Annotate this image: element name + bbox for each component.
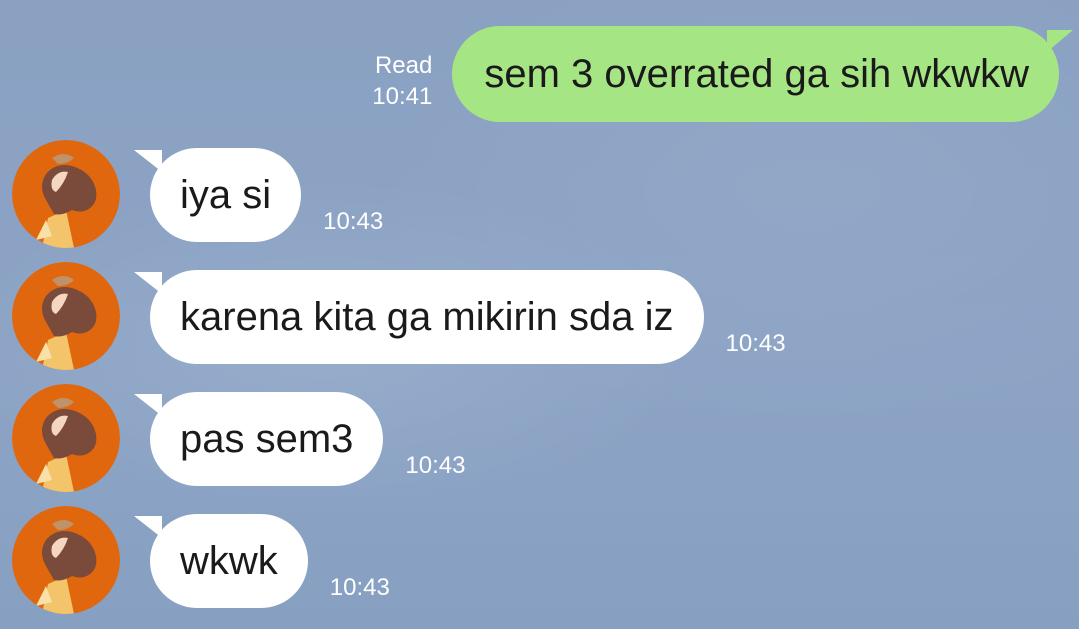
message-text: sem 3 overrated ga sih wkwkw: [484, 51, 1029, 96]
message-time: 10:43: [329, 574, 390, 601]
incoming-message-bubble[interactable]: karena kita ga mikirin sda iz: [134, 270, 704, 364]
avatar[interactable]: [12, 262, 120, 370]
avatar[interactable]: [12, 140, 120, 248]
incoming-message-bubble[interactable]: pas sem3: [134, 392, 384, 486]
avatar-illustration-icon: [12, 140, 120, 248]
avatar[interactable]: [12, 384, 120, 492]
incoming-message-row: wkwk 10:43: [12, 506, 390, 614]
message-text: wkwk: [180, 538, 278, 583]
message-time: 10:43: [405, 452, 466, 479]
message-text: iya si: [180, 172, 272, 217]
incoming-message-row: iya si 10:43: [12, 140, 383, 248]
bubble-tail: [134, 394, 162, 416]
bubble-tail: [134, 272, 162, 294]
avatar[interactable]: [12, 506, 120, 614]
avatar-illustration-icon: [12, 506, 120, 614]
avatar-illustration-icon: [12, 262, 120, 370]
bubble-tail: [134, 516, 162, 538]
incoming-message-row: karena kita ga mikirin sda iz 10:43: [12, 262, 786, 370]
incoming-message-bubble[interactable]: wkwk: [134, 514, 308, 608]
read-receipt: Read: [374, 52, 433, 79]
incoming-message-row: pas sem3 10:43: [12, 384, 465, 492]
outgoing-message-row: Read 10:41 sem 3 overrated ga sih wkwkw: [372, 26, 1073, 122]
message-time: 10:43: [323, 208, 384, 235]
message-text: karena kita ga mikirin sda iz: [180, 294, 674, 339]
avatar-illustration-icon: [12, 384, 120, 492]
incoming-message-bubble[interactable]: iya si: [134, 148, 302, 242]
outgoing-message-meta: Read 10:41: [372, 50, 432, 112]
message-text: pas sem3: [180, 416, 354, 461]
bubble-tail: [1047, 30, 1073, 52]
outgoing-message-bubble[interactable]: sem 3 overrated ga sih wkwkw: [452, 26, 1073, 122]
message-time: 10:43: [725, 330, 786, 357]
bubble-tail: [134, 150, 162, 172]
chat-area: Read 10:41 sem 3 overrated ga sih wkwkw …: [0, 0, 1079, 629]
outgoing-time: 10:41: [372, 83, 433, 110]
